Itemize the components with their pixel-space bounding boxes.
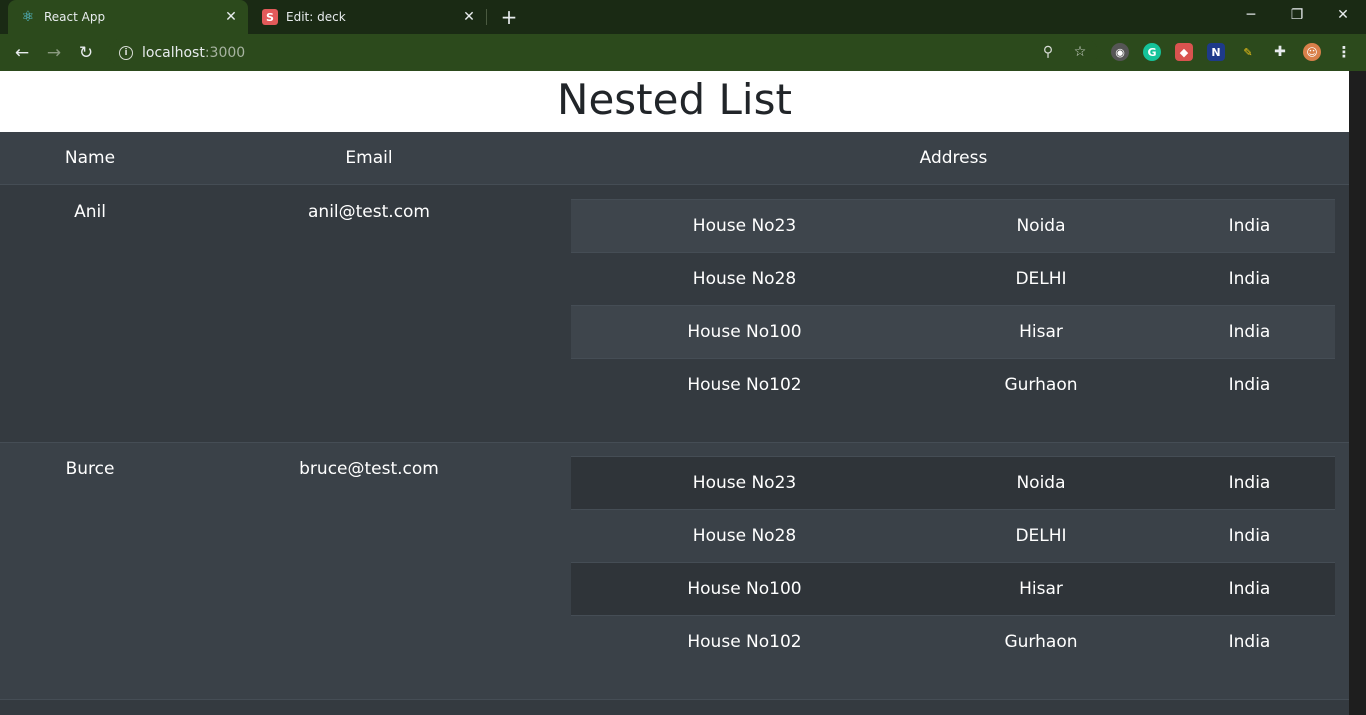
address-row: House No100 Hisar India [571, 562, 1335, 615]
close-window-button[interactable]: ✕ [1320, 0, 1366, 30]
address-house: House No102 [687, 375, 802, 395]
address-city: DELHI [1015, 269, 1067, 289]
header-name: Name [64, 148, 116, 168]
user-name: Anil [74, 202, 106, 222]
address-table: House No23 Noida India House No28 DELHI India… [571, 456, 1335, 668]
address-country: India [1228, 375, 1271, 395]
extension-red-icon[interactable]: ◆ [1175, 43, 1193, 61]
pencil-extension-icon[interactable]: ✎ [1239, 43, 1257, 61]
page-viewport: Nested List Name Email Address Anil anil@… [0, 71, 1349, 715]
address-house: House No102 [687, 632, 802, 652]
page-header: Nested List [0, 71, 1349, 132]
address-country: India [1228, 473, 1271, 493]
address-city: Hisar [1019, 579, 1063, 599]
address-city: Gurhaon [1004, 632, 1078, 652]
page-title: Nested List [557, 75, 792, 124]
address-house: House No100 [687, 322, 802, 342]
browser-toolbar: ← → ↻ i localhost:3000 ⚲ ☆ ◉ G ◆ N ✎ ✚ ☺… [0, 34, 1366, 71]
user-email: bruce@test.com [299, 459, 439, 479]
tab-title: Edit: deck [286, 10, 346, 24]
bookmark-star-icon[interactable]: ☆ [1069, 41, 1091, 63]
address-city: DELHI [1015, 526, 1067, 546]
table-header: Name Email Address [0, 132, 1349, 185]
minimize-button[interactable]: ─ [1228, 0, 1274, 30]
address-country: India [1228, 526, 1271, 546]
address-house: House No28 [692, 269, 797, 289]
extension-n-icon[interactable]: N [1207, 43, 1225, 61]
table-row: Anil anil@test.com House No23 Noida India Hou… [0, 186, 1349, 443]
reload-button[interactable]: ↻ [73, 40, 99, 66]
back-button[interactable]: ← [9, 40, 35, 66]
browser-tab-bar: ⚛ React App ✕ S Edit: deck ✕ + ─ ❐ ✕ [0, 0, 1366, 34]
tab-react-app[interactable]: ⚛ React App ✕ [8, 0, 248, 34]
address-bar[interactable]: i localhost:3000 [108, 38, 1098, 67]
user-email: anil@test.com [308, 202, 430, 222]
tab-edit-deck[interactable]: S Edit: deck ✕ [250, 0, 486, 34]
close-tab-icon[interactable]: ✕ [460, 8, 478, 26]
tab-separator [486, 9, 487, 25]
address-country: India [1228, 579, 1271, 599]
address-row: House No23 Noida India [571, 199, 1335, 252]
chrome-menu-icon[interactable]: ⋮ [1335, 43, 1353, 61]
close-tab-icon[interactable]: ✕ [222, 8, 240, 26]
url-text: localhost:3000 [142, 44, 246, 61]
header-email: Email [345, 148, 393, 168]
site-info-icon[interactable]: i [119, 45, 133, 60]
s-favicon-icon: S [262, 9, 278, 25]
forward-button[interactable]: → [41, 40, 67, 66]
address-house: House No23 [692, 473, 797, 493]
address-city: Noida [1016, 216, 1066, 236]
page-scrollbar[interactable] [1349, 71, 1366, 715]
address-country: India [1228, 216, 1271, 236]
grammarly-icon[interactable]: G [1143, 43, 1161, 61]
address-row: House No23 Noida India [571, 456, 1335, 509]
address-city: Noida [1016, 473, 1066, 493]
address-city: Hisar [1019, 322, 1063, 342]
restore-button[interactable]: ❐ [1274, 0, 1320, 30]
address-row: House No102 Gurhaon India [571, 615, 1335, 668]
profile-avatar[interactable]: ☺ [1303, 43, 1321, 61]
extension-circle-icon[interactable]: ◉ [1111, 43, 1129, 61]
address-country: India [1228, 322, 1271, 342]
address-house: House No28 [692, 526, 797, 546]
address-house: House No100 [687, 579, 802, 599]
address-country: India [1228, 632, 1271, 652]
extensions-puzzle-icon[interactable]: ✚ [1271, 43, 1289, 61]
address-country: India [1228, 269, 1271, 289]
address-row: House No102 Gurhaon India [571, 358, 1335, 411]
header-address: Address [919, 148, 988, 168]
address-row: House No28 DELHI India [571, 509, 1335, 562]
address-table: House No23 Noida India House No28 DELHI India… [571, 199, 1335, 411]
zoom-icon[interactable]: ⚲ [1037, 41, 1059, 63]
address-city: Gurhaon [1004, 375, 1078, 395]
address-house: House No23 [692, 216, 797, 236]
address-row: House No100 Hisar India [571, 305, 1335, 358]
table-row: Burce bruce@test.com House No23 Noida India H… [0, 443, 1349, 700]
new-tab-button[interactable]: + [498, 5, 520, 29]
user-name: Burce [65, 459, 115, 479]
react-icon: ⚛ [21, 9, 35, 25]
tab-title: React App [44, 10, 106, 24]
address-row: House No28 DELHI India [571, 252, 1335, 305]
